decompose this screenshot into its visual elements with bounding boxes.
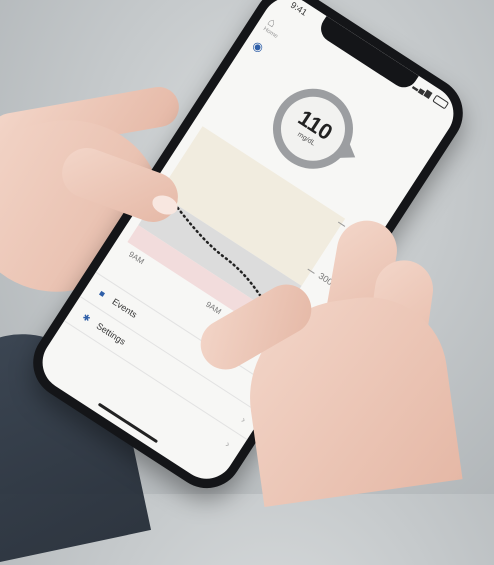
gear-icon: ✱ [80, 311, 93, 324]
battery-icon [432, 94, 450, 110]
menu-item-label: Events [110, 296, 139, 320]
side-nav: ⌂ Home ◉ [250, 14, 298, 66]
signal-icon: ▂▄▆ [411, 80, 435, 100]
chevron-right-icon: › [239, 414, 248, 426]
chevron-right-icon: › [223, 438, 233, 450]
status-time: 9:41 [288, 0, 309, 18]
events-icon: ■ [97, 287, 108, 300]
glucose-reading: 110 mg/dL [257, 73, 369, 185]
photo-scene: 9:41 ▂▄▆ ⌂ Home ◉ 110 mg/dL 300 9AM 9AM … [0, 0, 494, 565]
status-icons: ▂▄▆ [412, 81, 450, 110]
nav-home[interactable]: ⌂ Home [262, 14, 298, 47]
notch [315, 15, 419, 93]
